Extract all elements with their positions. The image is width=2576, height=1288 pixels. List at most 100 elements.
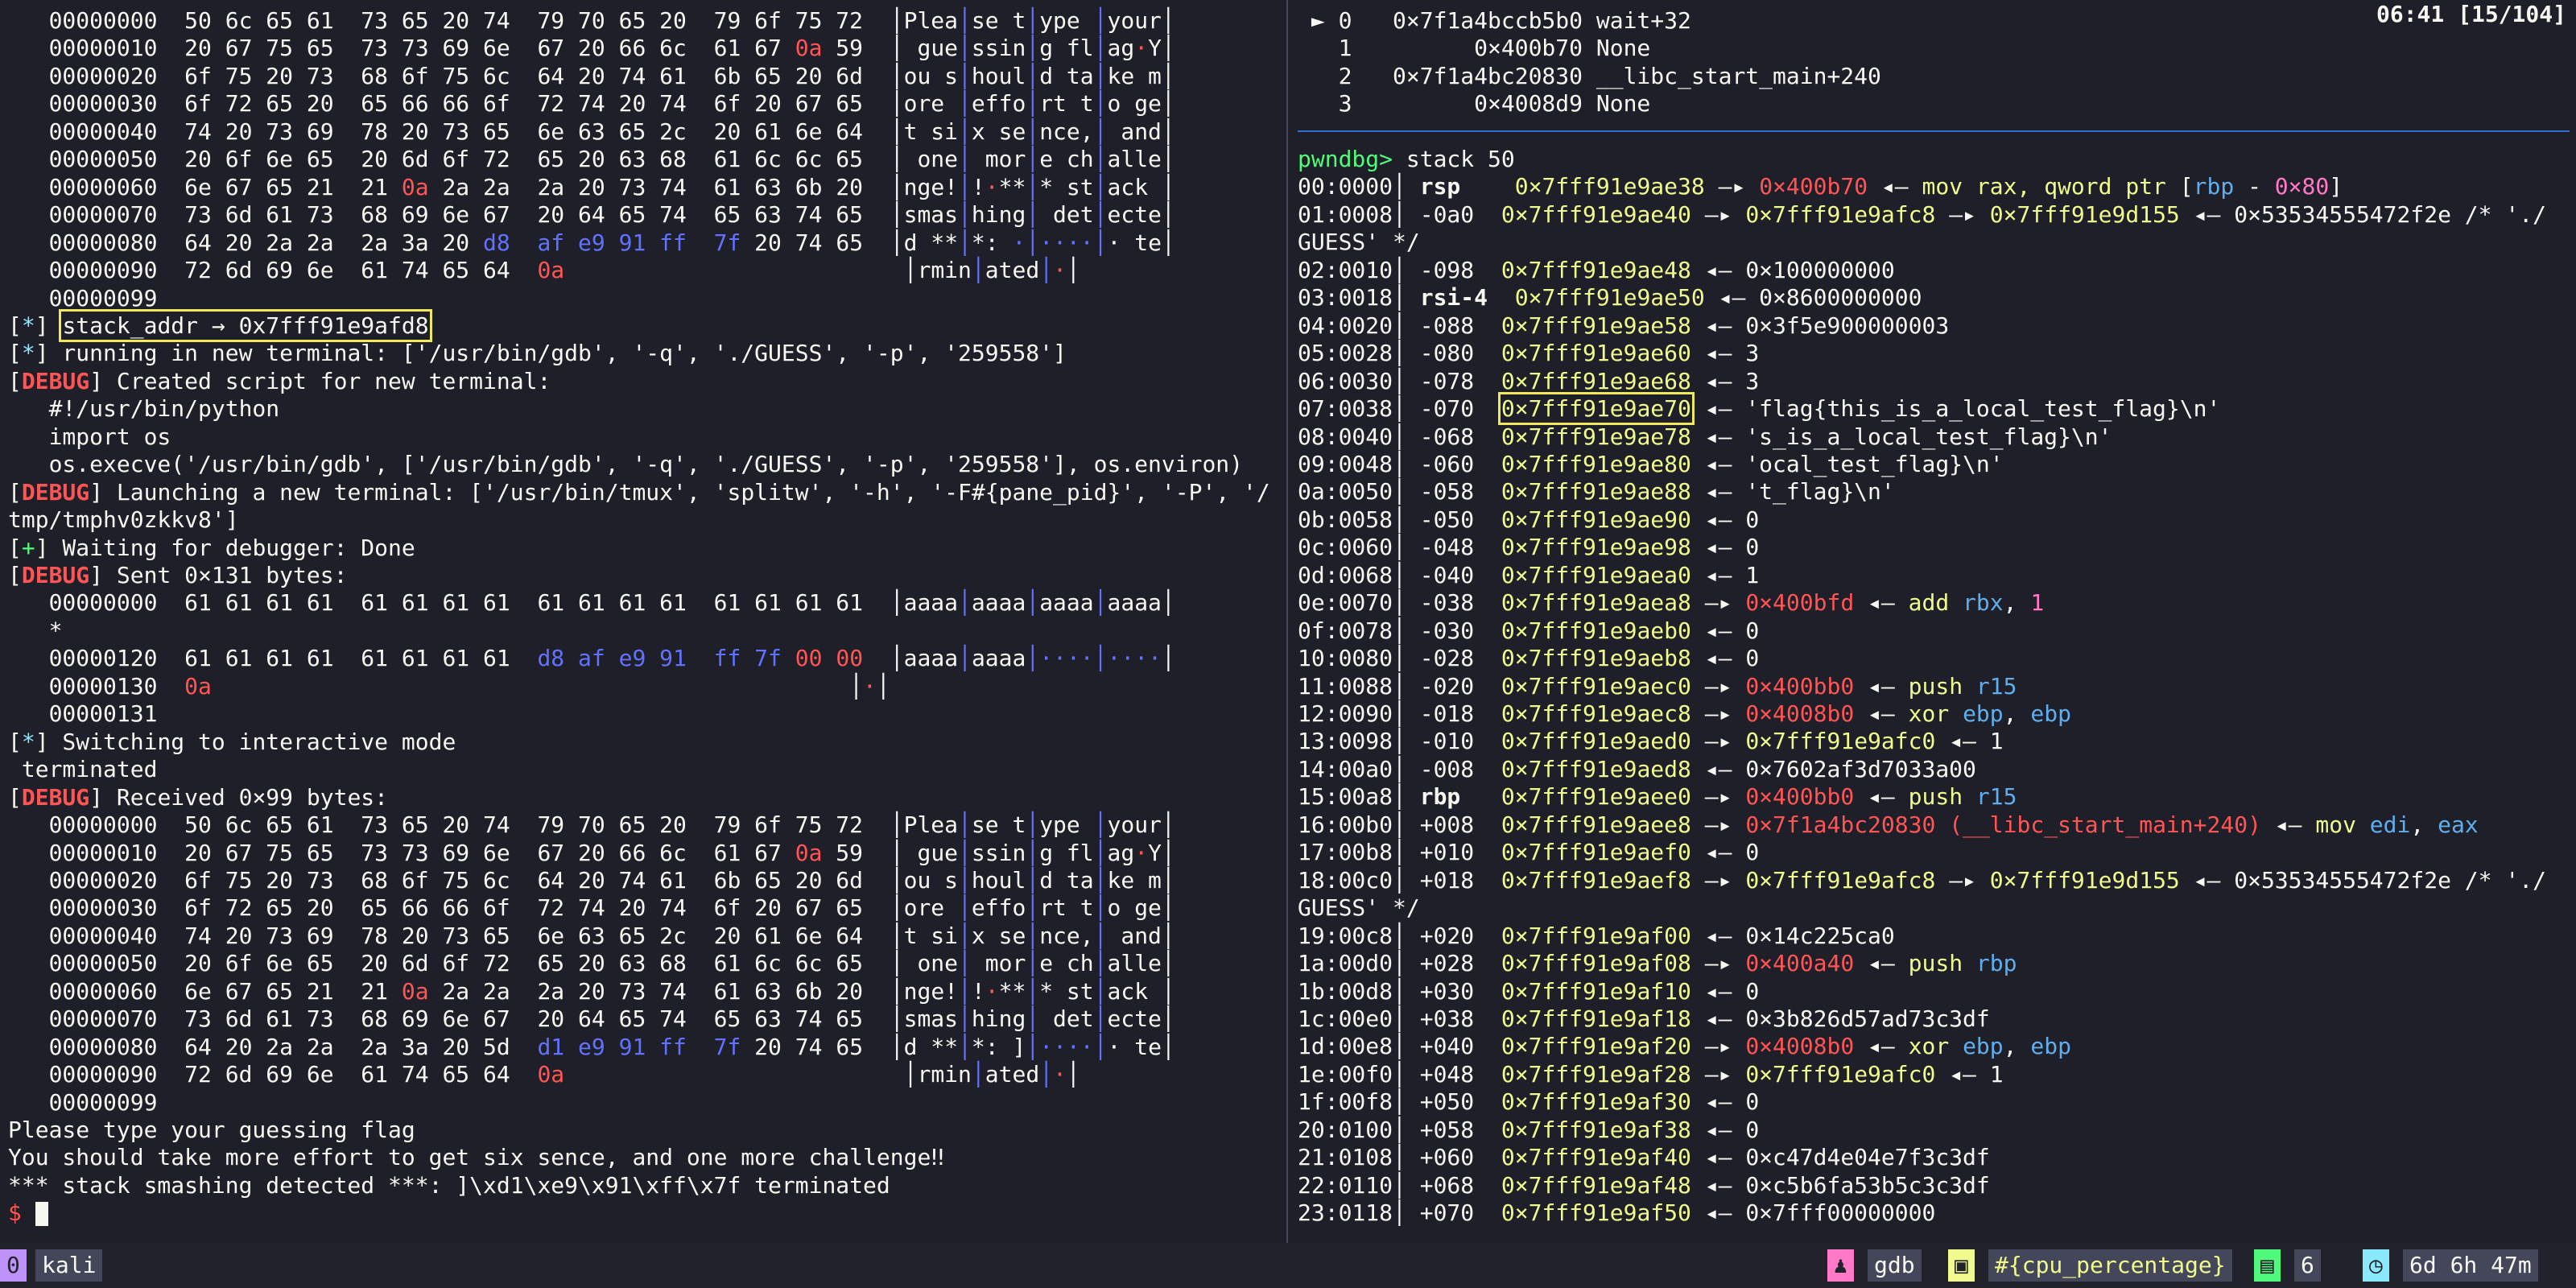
terminal-line: 00000030 6f 72 65 20 65 66 66 6f 72 74 2… [8,89,1175,118]
text-segment: 2a 2a 2a 20 73 74 61 63 6b 20 │ [428,977,904,1005]
terminal-line: 00000090 72 6d 69 6e 61 74 65 64 0a │rmi… [8,256,1080,284]
text-segment: d ta [1039,62,1094,89]
terminal-line: 00000000 50 6c 65 61 73 65 20 74 79 70 6… [8,811,1175,839]
text-segment: ◂— 't_flag}\n' [1690,478,1895,506]
window-count-icon: ▤ [2254,1249,2281,1282]
text-segment: · [1134,35,1149,62]
exploit-terminal-pane[interactable]: 00000000 50 6c 65 61 73 65 20 74 79 70 6… [0,0,1282,1243]
text-segment: ack [1107,173,1162,200]
text-segment [1460,783,1501,810]
text-segment: your [1107,811,1162,839]
text-segment: houl [971,866,1026,894]
session-name[interactable]: kali [35,1249,103,1282]
text-segment: rsi-4 [1419,284,1488,312]
text-segment: r15 [1975,783,2017,811]
stack-line: 12:0090│ -018 0×7fff91e9aec8 —▸ 0×4008b0… [1298,700,2071,728]
terminal-line: 00000000 50 6c 65 61 73 65 20 74 79 70 6… [8,6,1175,35]
text-segment: gue [903,839,959,866]
text-segment: smas [903,1005,959,1033]
terminal-line: [+] Waiting for debugger: Done [8,534,415,562]
terminal-line: [*] running in new terminal: ['/usr/bin/… [8,339,1067,367]
text-segment: 1 0×400b70 None [1298,35,1651,62]
stack-line: 03:0018│ rsi-4 0×7fff91e9ae50 ◂— 0×86000… [1298,283,1922,312]
text-segment: 1d:00e8│ +040 [1298,1033,1501,1060]
text-segment: │ [1026,866,1040,894]
text-segment: [ [8,534,22,561]
terminal-line: [DEBUG] Received 0×99 bytes: [8,783,388,811]
text-segment: ◂— 0 [1690,1088,1760,1116]
text-segment: 15:00a8│ [1298,783,1420,811]
text-segment: 0×7fff91e9af08 [1501,950,1691,977]
text-segment: │ [1093,7,1108,34]
text-segment: 7f [713,229,741,256]
text-segment: 0×7fff91e9afc0 [1745,1060,1936,1088]
text-segment: ◂— 0×7602af3d7033a00 [1690,755,1976,782]
text-segment: ◂— 3 [1690,340,1760,367]
text-segment: 0×7fff91e9af30 [1501,1088,1691,1116]
text-segment: mor [971,146,1026,173]
text-segment: │ [1026,839,1040,866]
pane-divider[interactable] [1286,0,1288,1243]
terminal-line: [DEBUG] Launching a new terminal: ['/usr… [8,478,1270,506]
terminal-line: 00000020 6f 75 20 73 68 6f 75 6c 64 20 7… [8,866,1175,894]
text-segment: │ [1093,146,1108,173]
text-segment: terminated [8,756,158,783]
terminal-line: 00000090 72 6d 69 6e 61 74 65 64 0a │rmi… [8,1060,1080,1088]
text-segment: 0×7fff91e9ae40 [1501,200,1691,228]
text-segment: ecte [1107,201,1162,229]
text-segment: 18:00c0│ +018 [1298,866,1501,894]
text-segment: 0a [537,257,565,284]
text-segment: mov [2315,811,2370,838]
terminal-line: 00000060 6e 67 65 21 21 0a 2a 2a 2a 20 7… [8,173,1175,201]
text-segment: 00000131 [8,700,158,728]
text-segment: d ta [1039,866,1094,894]
session-index[interactable]: 0 [0,1249,27,1282]
text-segment: ◂— 0×53534555472f2e /* './ [2179,866,2546,894]
text-segment: │ [958,118,972,145]
text-segment: 19:00c8│ +020 [1298,922,1501,949]
text-segment: ype [1039,7,1094,34]
text-segment: 00000020 6f 75 20 73 68 6f 75 6c 64 20 7… [8,866,904,894]
text-segment: │ [1093,811,1108,839]
text-segment: ebp [1963,1033,2004,1060]
text-segment: 0×7fff91e9af00 [1501,922,1691,949]
terminal-line: [*] stack_addr → 0x7fff91e9afd8 [8,308,432,342]
stack-line: 1e:00f0│ +048 0×7fff91e9af28 —▸ 0×7fff91… [1298,1060,2004,1088]
text-segment: 20:0100│ +058 [1298,1116,1501,1143]
text-segment: │ [1026,90,1040,118]
text-segment: 09:0048│ -060 [1298,450,1501,477]
text-segment: │ [971,257,985,284]
text-segment: ebp [2030,1033,2071,1060]
terminal-line: 00000060 6e 67 65 21 21 0a 2a 2a 2a 20 7… [8,977,1175,1005]
text-segment: $ [8,1199,35,1227]
text-segment: │ [1026,645,1040,672]
text-segment: #!/usr/bin/python [8,395,280,423]
highlighted-value: 0×7fff91e9ae70 [1497,392,1695,426]
text-segment: ke m [1107,866,1162,894]
text-segment: r15 [1975,672,2017,700]
text-segment: —▸ [1690,1033,1746,1060]
text-segment: 0×7fff91e9af20 [1501,1033,1691,1060]
text-segment: ! [971,977,985,1005]
terminal-line: Please type your guessing flag [8,1116,415,1144]
text-segment: ype [1039,811,1094,839]
text-segment: │ [1161,866,1175,894]
text-segment: eax [2438,811,2479,838]
text-segment: · [1012,229,1026,256]
text-segment: one [903,146,959,173]
text-segment: │ [958,62,972,89]
text-segment: 08:0040│ -068 [1298,423,1501,450]
highlighted-value: stack_addr → 0x7fff91e9afd8 [59,308,432,342]
text-segment: aaaa [971,589,1026,617]
text-segment: ◂— [2260,811,2316,838]
gdb-pwndbg-pane[interactable]: 06:41 [15/104] ► 0 0×7f1a4bccb5b0 wait+3… [1298,0,2576,1243]
stack-line: 23:0118│ +070 0×7fff91e9af50 ◂— 0×7fff00… [1298,1199,1935,1227]
text-segment: af e9 91 ff [537,229,687,256]
text-segment: 0×7fff91e9afc8 [1745,200,1936,228]
text-segment: o ge [1107,90,1162,118]
stack-line: 1c:00e0│ +038 0×7fff91e9af18 ◂— 0×3b826d… [1298,1005,1990,1033]
window-program[interactable]: gdb [1868,1249,1922,1282]
text-segment: ack [1107,977,1162,1005]
stack-line: 02:0010│ -098 0×7fff91e9ae48 ◂— 0×100000… [1298,256,1895,284]
text-segment: 0×7fff91e9ae48 [1501,256,1691,283]
